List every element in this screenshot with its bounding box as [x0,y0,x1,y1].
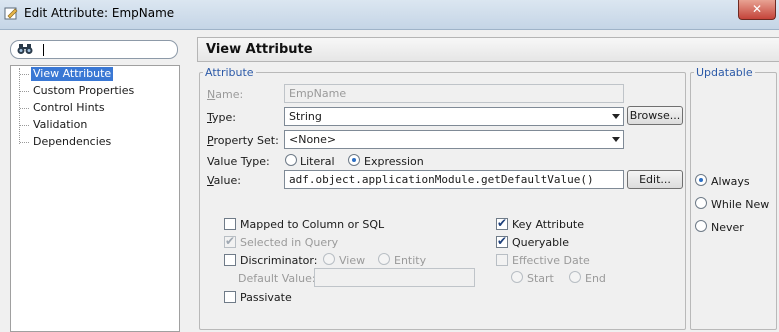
passivate-checkbox[interactable] [224,291,236,303]
discriminator-view-label: View [339,254,366,267]
discriminator-entity-label: Entity [394,254,427,267]
close-icon: ✕ [751,2,763,16]
page-title: View Attribute [206,42,313,57]
default-value-field [314,268,475,287]
selected-in-query-label: Selected in Query [240,236,339,249]
effective-start-label: Start [527,272,554,285]
name-label: Name: [207,88,244,101]
tree-connector [20,74,29,75]
key-attribute-label: Key Attribute [512,218,585,231]
value-type-expression-radio[interactable] [348,154,360,166]
value-type-literal-label: Literal [300,155,335,168]
name-field: EmpName [284,84,624,103]
discriminator-label: Discriminator: [240,254,318,267]
tree-connector [20,91,29,92]
name-value: EmpName [289,87,347,100]
updatable-never-radio[interactable] [695,220,707,232]
checkmark-icon: ✔ [497,216,508,230]
mapped-checkbox[interactable] [224,218,236,230]
value-field[interactable]: adf.object.applicationModule.getDefaultV… [284,170,624,189]
discriminator-entity-radio [378,253,390,265]
browse-button[interactable]: Browse... [627,106,683,125]
selected-in-query-checkbox: ✔ [224,234,236,248]
mapped-label: Mapped to Column or SQL [240,218,385,231]
nav-item-custom-properties[interactable]: Custom Properties [31,84,136,98]
updatable-always-label: Always [711,175,750,188]
type-combobox[interactable]: String [284,107,624,126]
title-bar: Edit Attribute: EmpName ✕ [0,0,779,30]
default-value-label: Default Value: [238,272,316,285]
effective-end-radio [569,271,581,283]
nav-item-control-hints[interactable]: Control Hints [31,101,107,115]
updatable-while-new-label: While New [711,198,770,211]
edit-button[interactable]: Edit... [627,170,683,189]
key-attribute-checkbox[interactable]: ✔ [496,216,508,230]
window-title: Edit Attribute: EmpName [24,6,175,20]
tree-connector [20,142,29,143]
app-icon [4,7,18,20]
updatable-legend: Updatable [694,66,755,79]
nav-item-view-attribute[interactable]: View Attribute [31,67,114,81]
tree-connector [20,125,29,126]
property-set-value: <None> [289,133,337,146]
search-input[interactable] [37,42,173,57]
value-type-literal-radio[interactable] [285,154,297,166]
binoculars-icon [17,43,33,58]
property-set-label: Property Set: [207,134,279,147]
page-header: View Attribute [197,37,779,62]
attribute-legend: Attribute [203,66,256,79]
radio-dot [352,158,356,162]
property-set-combobox[interactable]: <None> [284,130,624,149]
updatable-always-radio[interactable] [695,174,707,186]
effective-end-label: End [585,272,606,285]
checkmark-icon: ✔ [225,234,236,248]
search-box[interactable] [10,40,178,59]
close-button[interactable]: ✕ [738,0,776,20]
updatable-never-label: Never [711,221,744,234]
tree-connector [20,108,29,109]
updatable-while-new-radio[interactable] [695,197,707,209]
nav-item-validation[interactable]: Validation [31,118,89,132]
effective-start-radio [511,271,523,283]
value-text: adf.object.applicationModule.getDefaultV… [289,173,594,186]
tree-connector [19,68,20,144]
passivate-label: Passivate [240,291,292,304]
radio-dot [699,178,703,182]
queryable-checkbox[interactable]: ✔ [496,234,508,248]
effective-date-checkbox [496,254,508,266]
value-type-expression-label: Expression [364,155,424,168]
discriminator-view-radio [323,253,335,265]
checkmark-icon: ✔ [497,234,508,248]
chevron-down-icon [612,114,620,119]
navigation-tree: View Attribute Custom Properties Control… [10,65,180,332]
nav-item-dependencies[interactable]: Dependencies [31,135,113,149]
queryable-label: Queryable [512,236,569,249]
type-value: String [289,110,322,123]
chevron-down-icon [612,137,620,142]
type-label: Type: [207,111,236,124]
text-caret [43,44,44,56]
value-label: Value: [207,174,241,187]
value-type-label: Value Type: [207,155,270,168]
effective-date-label: Effective Date [512,254,590,267]
discriminator-checkbox[interactable] [224,254,236,266]
